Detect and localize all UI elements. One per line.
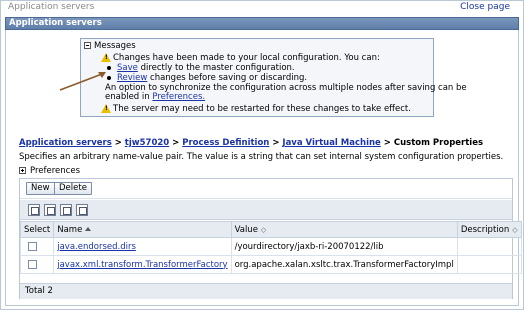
message-review-rest: changes before saving or discarding. [147,73,308,83]
row-checkbox[interactable] [28,259,37,269]
column-header-name[interactable]: Name [53,221,232,238]
property-name-link[interactable]: javax.xml.transform.TransformerFactory [57,260,227,270]
select-all-icon[interactable] [28,204,40,216]
close-page-link[interactable]: Close page [460,2,510,12]
properties-table: Select Name Value ◇ Description ◇ java.end… [19,221,522,274]
value-cell: org.apache.xalan.xsltc.trax.TransformerF… [230,255,458,274]
warning-icon [101,104,111,113]
breadcrumb-jvm[interactable]: Java Virtual Machine [282,138,380,148]
sort-icon[interactable]: ◇ [512,226,517,234]
column-header-value-label: Value [234,224,258,235]
message-changes-made: Changes have been made to your local con… [113,53,380,63]
clear-filter-icon[interactable] [76,204,88,216]
table-row: javax.xml.transform.TransformerFactory o… [19,255,522,274]
select-cell [19,237,55,256]
message-sync-line2: enabled in Preferences. [105,92,205,102]
breadcrumb-server[interactable]: tjw57020 [125,138,169,148]
column-header-value[interactable]: Value ◇ [230,221,458,238]
annotation-arrow-icon [59,72,106,91]
show-filter-icon[interactable] [60,204,72,216]
breadcrumb: Application servers > tjw57020 > Process… [19,138,483,148]
expand-icon[interactable] [19,167,26,174]
preferences-label: Preferences [30,166,80,176]
delete-button[interactable]: Delete [54,182,92,195]
column-header-description-label: Description [460,224,510,235]
messages-box: Messages Changes have been made to your … [80,38,467,117]
messages-header-label: Messages [94,41,136,51]
button-row: New Delete [20,179,512,199]
deselect-all-icon[interactable] [44,204,56,216]
column-header-name-label: Name [57,224,83,235]
message-save-line: Save directly to the master configuratio… [117,63,295,73]
breadcrumb-process-definition[interactable]: Process Definition [182,138,269,148]
page-title: Application servers [8,2,95,12]
table-total: Total 2 [20,283,512,299]
breadcrumb-current: Custom Properties [393,138,484,148]
page-description: Specifies an arbitrary name-value pair. … [19,152,504,162]
breadcrumb-separator: > [269,138,283,148]
table-row: java.endorsed.dirs /yourdirectory/jaxb-r… [19,237,522,256]
panel-title-bar: Application servers [5,17,519,30]
table-header-row: Select Name Value ◇ Description ◇ [19,221,522,238]
value-cell: /yourdirectory/jaxb-ri-20070122/lib [230,237,458,256]
description-cell [456,255,522,274]
collapse-icon[interactable] [84,42,91,49]
breadcrumb-separator: > [111,138,125,148]
breadcrumb-separator: > [169,138,183,148]
warning-icon [101,53,111,62]
breadcrumb-separator: > [380,138,394,148]
message-save-rest: directly to the master configuration. [137,63,295,73]
new-button[interactable]: New [26,182,55,195]
preferences-link[interactable]: Preferences. [152,92,205,102]
name-cell: javax.xml.transform.TransformerFactory [53,255,232,274]
column-header-select: Select [19,221,55,238]
sort-ascending-icon[interactable] [85,226,92,231]
row-checkbox[interactable] [28,241,37,251]
select-cell [19,255,55,274]
save-link[interactable]: Save [117,63,138,73]
property-name-link[interactable]: java.endorsed.dirs [57,242,136,252]
preferences-toggle[interactable]: Preferences [19,166,80,176]
review-link[interactable]: Review [117,73,147,83]
description-cell [456,237,522,256]
panel-title: Application servers [9,18,102,28]
column-header-description[interactable]: Description ◇ [456,221,522,238]
name-cell: java.endorsed.dirs [53,237,232,256]
message-sync-line2-pre: enabled in [105,92,153,102]
breadcrumb-application-servers[interactable]: Application servers [19,138,112,148]
custom-properties-collection: New Delete Select Name Value ◇ Descriptio… [19,178,522,299]
sort-icon[interactable]: ◇ [261,226,266,234]
message-restart: The server may need to be restarted for … [113,104,411,114]
page-header: Application servers Close page [0,0,522,16]
messages-header[interactable]: Messages [84,41,136,51]
message-review-line: Review changes before saving or discardi… [117,73,307,83]
table-toolbar [20,200,512,220]
